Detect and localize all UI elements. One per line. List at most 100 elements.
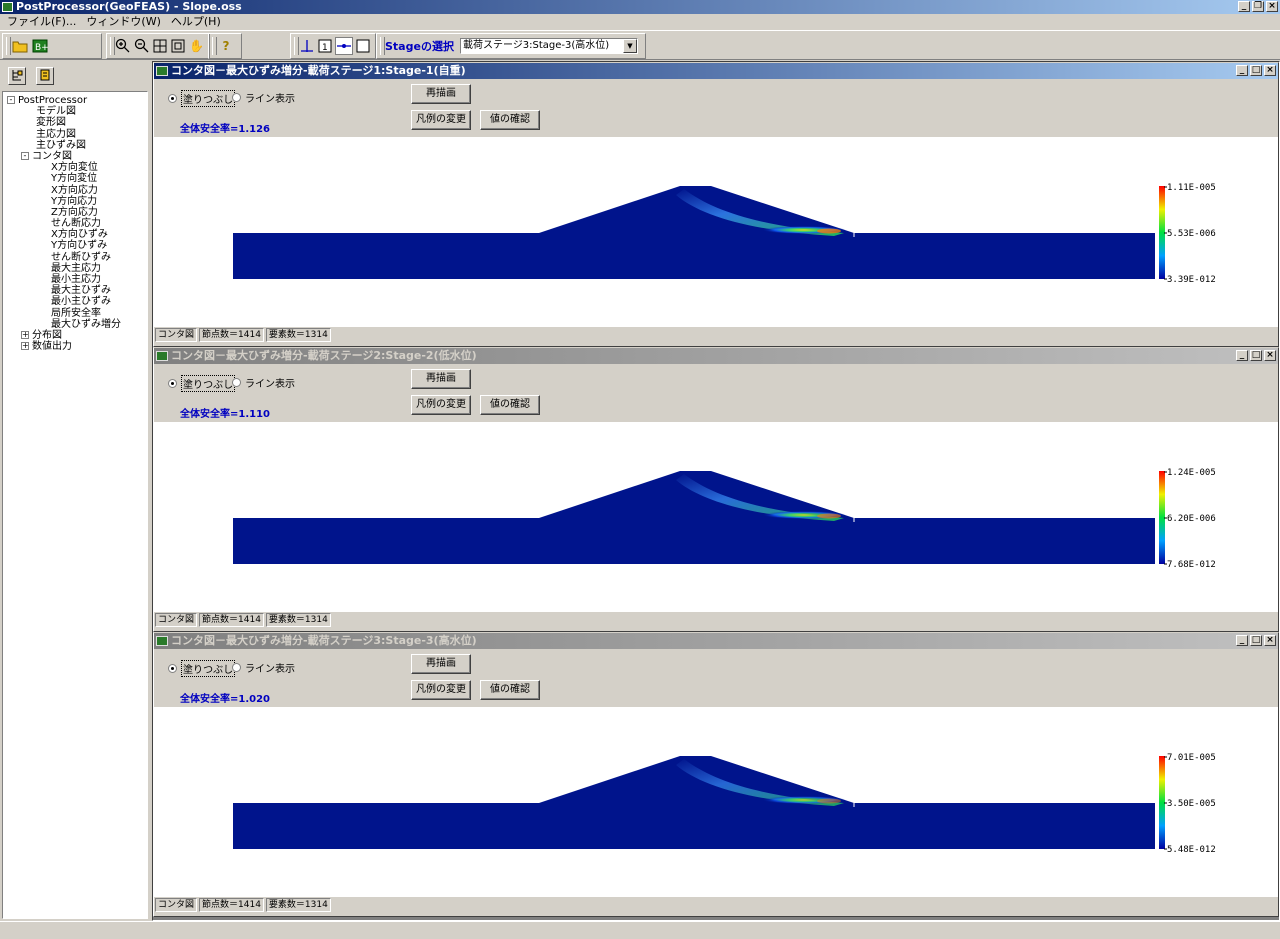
radio-line[interactable]: ライン表示: [232, 660, 295, 675]
tree-expand-icon[interactable]: +: [21, 342, 29, 351]
radio-line-label: ライン表示: [245, 94, 295, 105]
zoom-in-icon[interactable]: [115, 37, 131, 55]
zoom-window-icon[interactable]: [170, 37, 186, 55]
redraw-button[interactable]: 再描画: [411, 654, 471, 674]
node-line-icon[interactable]: [335, 37, 353, 55]
radio-fill-dot[interactable]: [168, 664, 177, 673]
close-button[interactable]: ×: [1264, 635, 1276, 646]
legend-label: 7.01E-005: [1167, 753, 1216, 763]
legend-change-button[interactable]: 凡例の変更: [411, 680, 471, 700]
result-window[interactable]: コンタ図－最大ひずみ増分-載荷ステージ1:Stage-1(自重) _ □ × 塗りつぶし…: [153, 62, 1279, 347]
tree-item[interactable]: せん断ひずみ: [3, 252, 147, 263]
tree-item[interactable]: せん断応力: [3, 218, 147, 229]
mdi-area: コンタ図－最大ひずみ増分-載荷ステージ1:Stage-1(自重) _ □ × 塗りつぶし…: [152, 61, 1280, 921]
radio-line[interactable]: ライン表示: [232, 375, 295, 390]
tree-item-label: 変形図: [36, 117, 66, 129]
result-window[interactable]: コンタ図－最大ひずみ増分-載荷ステージ3:Stage-3(高水位) _ □ × 塗りつぶ…: [153, 632, 1279, 917]
control-panel: 塗りつぶし ライン表示 再描画 凡例の変更 値の確認 全体安全率=1.126: [154, 79, 1278, 137]
legend-change-button[interactable]: 凡例の変更: [411, 110, 471, 130]
contour-plot[interactable]: 7.01E-005 3.50E-005 5.48E-012: [154, 707, 1278, 897]
legend-change-button[interactable]: 凡例の変更: [411, 395, 471, 415]
tree-item[interactable]: X方向応力: [3, 185, 147, 196]
contour-plot[interactable]: 1.11E-005 5.53E-006 3.39E-012: [154, 137, 1278, 327]
maximize-button[interactable]: □: [1250, 350, 1262, 361]
tree-item[interactable]: X方向変位: [3, 162, 147, 173]
minimize-button[interactable]: _: [1238, 1, 1250, 12]
tree-item[interactable]: + 分布図: [3, 330, 147, 341]
tree-collapse-icon[interactable]: -: [21, 151, 29, 160]
tree-item[interactable]: + 数値出力: [3, 341, 147, 352]
tree-item[interactable]: 変形図: [3, 117, 147, 128]
element-frame-icon[interactable]: [355, 37, 371, 55]
radio-line-dot[interactable]: [232, 663, 241, 672]
radio-fill[interactable]: 塗りつぶし: [168, 375, 236, 392]
status-element-count: 要素数＝1314: [265, 613, 331, 627]
minimize-button[interactable]: _: [1236, 65, 1248, 76]
value-check-button[interactable]: 値の確認: [480, 395, 540, 415]
zoom-out-icon[interactable]: [133, 37, 149, 55]
result-window-title-text: コンタ図－最大ひずみ増分-載荷ステージ3:Stage-3(高水位): [171, 634, 477, 647]
tree-item[interactable]: 最大主応力: [3, 263, 147, 274]
tree-item[interactable]: 主ひずみ図: [3, 140, 147, 151]
minimize-button[interactable]: _: [1236, 635, 1248, 646]
tree-item-label: Y方向変位: [51, 173, 98, 185]
tree-item[interactable]: 最小主応力: [3, 274, 147, 285]
radio-line-label: ライン表示: [245, 664, 295, 675]
tree-item[interactable]: - コンタ図: [3, 151, 147, 162]
tree-item[interactable]: X方向ひずみ: [3, 229, 147, 240]
radio-line-dot[interactable]: [232, 378, 241, 387]
help-icon[interactable]: ?: [217, 37, 235, 55]
tree-item[interactable]: モデル図: [3, 106, 147, 117]
tree-item[interactable]: 局所安全率: [3, 308, 147, 319]
new-model-icon[interactable]: B+: [31, 37, 49, 55]
tree-collapse-icon[interactable]: [36, 67, 54, 85]
tree-item[interactable]: 最大ひずみ増分: [3, 319, 147, 330]
maximize-button[interactable]: □: [1250, 635, 1262, 646]
radio-fill-dot[interactable]: [168, 379, 177, 388]
value-check-button[interactable]: 値の確認: [480, 110, 540, 130]
contour-plot[interactable]: 1.24E-005 6.20E-006 7.68E-012: [154, 422, 1278, 612]
element-number-icon[interactable]: 1: [317, 37, 333, 55]
tree-item-label: せん断ひずみ: [51, 251, 111, 263]
fit-all-icon[interactable]: [152, 37, 168, 55]
tree-expand-icon[interactable]: [8, 67, 26, 85]
restore-button[interactable]: ❐: [1252, 1, 1264, 12]
tree-item[interactable]: Z方向応力: [3, 207, 147, 218]
menu-help[interactable]: ヘルプ(H): [166, 14, 226, 30]
pan-hand-icon[interactable]: ✋: [189, 37, 205, 55]
dropdown-arrow-icon[interactable]: ▼: [622, 39, 637, 53]
tree-item-label: 最大主ひずみ: [51, 285, 111, 297]
redraw-button[interactable]: 再描画: [411, 84, 471, 104]
radio-line[interactable]: ライン表示: [232, 90, 295, 105]
tree-item-label: 主応力図: [36, 128, 76, 140]
close-button[interactable]: ×: [1264, 65, 1276, 76]
tree-item-label: 局所安全率: [51, 307, 101, 319]
tree-item[interactable]: 最小主ひずみ: [3, 296, 147, 307]
stage-select[interactable]: 載荷ステージ3:Stage-3(高水位) ▼: [459, 38, 638, 54]
tree-item[interactable]: 主応力図: [3, 129, 147, 140]
legend-label: 6.20E-006: [1167, 514, 1216, 524]
radio-fill-dot[interactable]: [168, 94, 177, 103]
tree-item[interactable]: Y方向ひずみ: [3, 240, 147, 251]
tree-expand-icon[interactable]: +: [21, 330, 29, 339]
radio-line-dot[interactable]: [232, 93, 241, 102]
minimize-button[interactable]: _: [1236, 350, 1248, 361]
maximize-button[interactable]: □: [1250, 65, 1262, 76]
tree-item[interactable]: Y方向応力: [3, 196, 147, 207]
open-folder-icon[interactable]: [11, 37, 29, 55]
radio-fill[interactable]: 塗りつぶし: [168, 90, 236, 107]
tree-item[interactable]: Y方向変位: [3, 173, 147, 184]
tree-collapse-root-icon[interactable]: -: [7, 96, 15, 104]
menu-file[interactable]: ファイル(F)...: [2, 14, 81, 30]
close-button[interactable]: ×: [1266, 1, 1278, 12]
radio-fill[interactable]: 塗りつぶし: [168, 660, 236, 677]
menu-window[interactable]: ウィンドウ(W): [81, 14, 165, 30]
redraw-button[interactable]: 再描画: [411, 369, 471, 389]
node-axis-icon[interactable]: [299, 37, 315, 55]
result-window[interactable]: コンタ図－最大ひずみ増分-載荷ステージ2:Stage-2(低水位) _ □ × 塗りつぶ…: [153, 347, 1279, 632]
tree-root[interactable]: - PostProcessor: [3, 95, 147, 106]
tree-item[interactable]: 最大主ひずみ: [3, 285, 147, 296]
close-button[interactable]: ×: [1264, 350, 1276, 361]
value-check-button[interactable]: 値の確認: [480, 680, 540, 700]
window-status-bar: コンタ図 節点数＝1414 要素数＝1314: [154, 327, 1278, 343]
